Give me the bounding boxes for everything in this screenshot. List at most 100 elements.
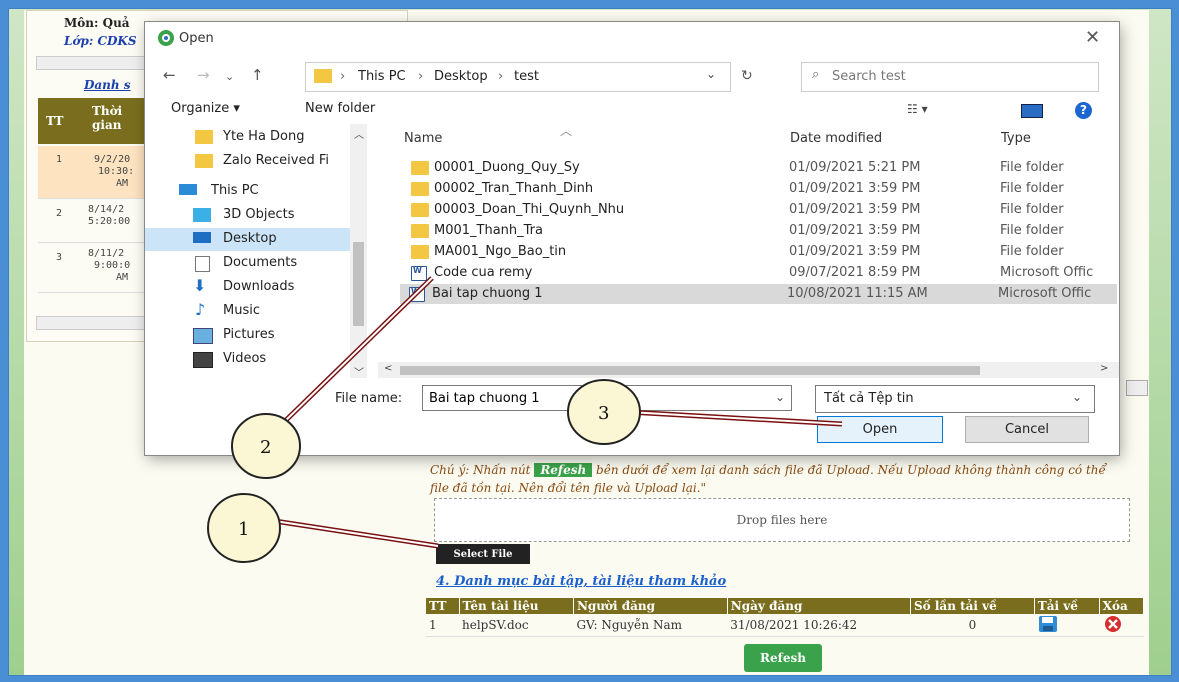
file-row-selected[interactable]: Bai tap chuong 1 10/08/2021 11:15 AM Mic… — [400, 284, 1117, 304]
folder-icon — [411, 161, 429, 175]
class-label: Lớp: CDKS — [64, 34, 137, 48]
scrollbar-thumb[interactable] — [400, 366, 980, 375]
monitor-icon — [179, 184, 197, 195]
word-doc-icon — [411, 266, 427, 281]
nav-item-videos[interactable]: Videos — [145, 348, 350, 371]
open-button[interactable]: Open — [817, 416, 943, 443]
nav-item-this-pc[interactable]: This PC — [145, 180, 350, 203]
folder-icon — [411, 224, 429, 238]
nav-item-desktop[interactable]: Desktop — [145, 228, 350, 251]
pictures-icon — [193, 328, 213, 344]
breadcrumb-this-pc[interactable]: This PC — [358, 69, 406, 84]
search-input[interactable]: ⌕ Search test — [801, 62, 1099, 92]
videos-icon — [193, 352, 213, 368]
header-time: Thời gian — [92, 104, 123, 132]
nav-item-zalo-received[interactable]: Zalo Received Fi — [145, 150, 350, 173]
forward-arrow-icon[interactable]: → — [197, 66, 210, 84]
recent-locations-chevron-icon[interactable]: ⌄ — [225, 70, 234, 83]
note-refesh-badge: Refesh — [534, 463, 593, 477]
dialog-title: Open — [179, 31, 214, 46]
preview-pane-icon[interactable] — [1021, 104, 1043, 118]
file-row[interactable]: Code cua remy 09/07/2021 8:59 PM Microso… — [402, 263, 1119, 283]
folder-icon — [314, 69, 332, 83]
file-row[interactable]: MA001_Ngo_Bao_tin 01/09/2021 3:59 PM Fil… — [402, 242, 1119, 262]
folder-icon — [411, 182, 429, 196]
navigation-pane: Yte Ha Dong Zalo Received Fi This PC 3D … — [145, 124, 378, 379]
breadcrumb-test[interactable]: test — [514, 69, 539, 84]
select-file-button[interactable]: Select File — [436, 544, 530, 564]
nav-pane-scrollbar[interactable]: ︿ ﹀ — [350, 124, 367, 379]
up-arrow-icon[interactable]: ↑ — [251, 66, 264, 84]
download-cell[interactable] — [1034, 614, 1100, 637]
file-name-input[interactable] — [422, 385, 792, 411]
file-type-select[interactable]: Tất cả Tệp tin ⌄ — [815, 385, 1095, 413]
file-row[interactable]: M001_Thanh_Tra 01/09/2021 3:59 PM File f… — [402, 221, 1119, 241]
app-logo-icon — [158, 30, 174, 46]
nav-item-downloads[interactable]: ⬇ Downloads — [145, 276, 350, 299]
upload-note: Chú ý: Nhấn nút Refesh bên dưới để xem l… — [430, 463, 1106, 495]
folder-icon — [411, 245, 429, 259]
help-icon[interactable]: ? — [1075, 102, 1092, 119]
refesh-button[interactable]: Refesh — [744, 644, 822, 672]
word-doc-icon — [409, 287, 425, 302]
open-file-dialog: Open ✕ ← → ⌄ ↑ › This PC › Desktop › tes… — [145, 22, 1119, 455]
view-options-icon[interactable]: ☷ ▾ — [907, 102, 928, 116]
dialog-toolbar: Organize ▾ New folder ☷ ▾ ? — [145, 96, 1119, 122]
table-row: 2 8/14/2 5:20:00 — [38, 200, 148, 243]
close-icon[interactable]: ✕ — [1085, 27, 1100, 48]
navigation-row: ← → ⌄ ↑ › This PC › Desktop › test ⌄ ↻ ⌕… — [145, 60, 1119, 92]
section4-title[interactable]: 4. Danh mục bài tập, tài liệu tham khảo — [436, 574, 726, 589]
panel-scrollbar-top[interactable] — [36, 56, 148, 70]
delete-icon[interactable] — [1102, 615, 1124, 633]
file-list: Name ︿ Date modified Type 00001_Duong_Qu… — [378, 124, 1119, 378]
folder-icon — [411, 203, 429, 217]
scrollbar-thumb[interactable] — [353, 242, 364, 326]
panel-scrollbar-bottom[interactable] — [36, 316, 148, 330]
search-icon: ⌕ — [812, 67, 820, 82]
folder-icon — [195, 154, 213, 168]
file-row[interactable]: 00001_Duong_Quy_Sy 01/09/2021 5:21 PM Fi… — [402, 158, 1119, 178]
chevron-down-icon: ⌄ — [1072, 390, 1083, 404]
list-title-link[interactable]: Danh s — [84, 78, 131, 92]
cube-icon — [193, 208, 211, 222]
page-scrollbar-right[interactable] — [1126, 380, 1148, 396]
nav-item-pictures[interactable]: Pictures — [145, 324, 350, 347]
save-disk-icon[interactable] — [1037, 615, 1059, 633]
table-row: 1 helpSV.doc GV: Nguyễn Nam 31/08/2021 1… — [426, 614, 1144, 637]
chevron-down-icon[interactable]: ﹀ — [354, 364, 364, 379]
table-row: 3 8/11/2 9:00:0 AM — [38, 244, 148, 293]
doc-table-header: TT Tên tài liệu Người đăng Ngày đăng Số … — [426, 598, 1145, 614]
address-bar[interactable]: › This PC › Desktop › test ⌄ — [305, 62, 731, 92]
download-icon: ⬇ — [193, 276, 207, 295]
organize-button[interactable]: Organize ▾ — [171, 101, 240, 116]
nav-item-music[interactable]: ♪ Music — [145, 300, 350, 323]
file-name-label: File name: — [335, 391, 403, 406]
nav-item-documents[interactable]: Documents — [145, 252, 350, 275]
column-date-modified[interactable]: Date modified — [790, 131, 882, 146]
nav-item-3d-objects[interactable]: 3D Objects — [145, 204, 350, 227]
new-folder-button[interactable]: New folder — [305, 101, 375, 116]
file-list-scrollbar[interactable]: < > — [378, 362, 1119, 378]
chevron-up-icon[interactable]: ︿ — [354, 126, 364, 141]
document-icon — [195, 256, 210, 272]
cancel-button[interactable]: Cancel — [965, 416, 1089, 443]
subject-label: Môn: Quả — [64, 16, 130, 30]
column-name[interactable]: Name — [404, 131, 442, 146]
chevron-down-icon[interactable]: ⌄ — [775, 390, 785, 404]
delete-cell[interactable] — [1099, 614, 1144, 637]
refresh-icon[interactable]: ↻ — [741, 68, 753, 84]
breadcrumb-desktop[interactable]: Desktop — [434, 69, 488, 84]
chevron-left-icon[interactable]: < — [384, 363, 392, 374]
table-row: 1 9/2/20 10:30: AM — [38, 146, 148, 199]
desktop-icon — [193, 232, 211, 243]
chevron-right-icon[interactable]: > — [1100, 363, 1108, 374]
sort-ascending-icon: ︿ — [560, 124, 573, 138]
file-row[interactable]: 00003_Doan_Thi_Quynh_Nhu 01/09/2021 3:59… — [402, 200, 1119, 220]
nav-item-yte-ha-dong[interactable]: Yte Ha Dong — [145, 126, 350, 149]
drop-zone[interactable]: Drop files here — [434, 498, 1130, 542]
chevron-down-icon[interactable]: ⌄ — [706, 67, 716, 81]
column-type[interactable]: Type — [1001, 131, 1031, 146]
document-table: TT Tên tài liệu Người đăng Ngày đăng Số … — [426, 598, 1145, 637]
back-arrow-icon[interactable]: ← — [163, 66, 176, 84]
file-row[interactable]: 00002_Tran_Thanh_Dinh 01/09/2021 3:59 PM… — [402, 179, 1119, 199]
